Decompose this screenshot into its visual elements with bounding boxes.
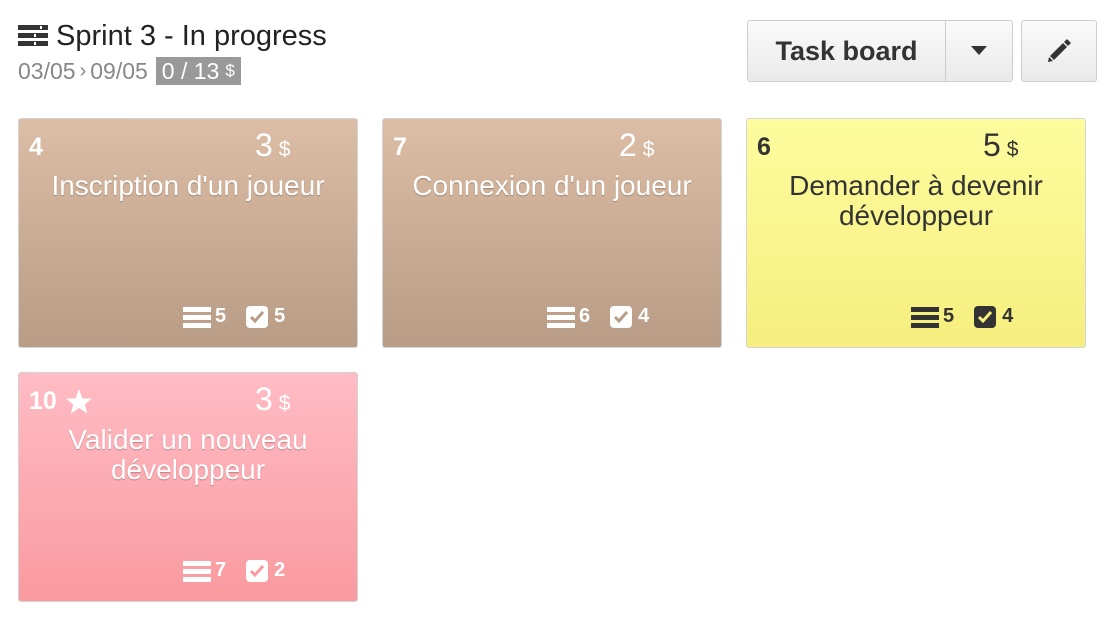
story-title: Connexion d'un joueur — [412, 170, 692, 201]
sprint-icon — [18, 25, 48, 46]
story-footer: 7 2 — [183, 559, 285, 582]
story-title: Inscription d'un joueur — [51, 170, 325, 201]
sprint-start-date: 03/05 — [18, 57, 76, 84]
story-footer: 5 4 — [911, 305, 1013, 328]
sprint-title-row: Sprint 3 - In progress — [18, 18, 327, 54]
story-points: 3 $ — [255, 127, 290, 164]
date-arrow-icon: › — [79, 59, 87, 82]
view-dropdown-button[interactable] — [946, 21, 1012, 81]
checkbox-icon — [974, 305, 997, 328]
checkbox-icon — [246, 305, 269, 328]
story-check-count: 2 — [274, 559, 286, 581]
story-task-count: 5 — [943, 305, 955, 327]
checkbox-icon — [610, 305, 633, 328]
story-points: 2 $ — [619, 127, 654, 164]
task-board-button[interactable]: Task board — [748, 21, 946, 81]
story-footer: 6 4 — [547, 305, 649, 328]
story-task-count: 5 — [215, 305, 227, 327]
pencil-icon — [1048, 39, 1071, 62]
story-points: 5 $ — [983, 127, 1018, 164]
caret-down-icon — [971, 46, 987, 55]
story-points-value: 2 — [619, 127, 637, 163]
story-task-count: 7 — [215, 559, 227, 581]
story-number: 4 — [29, 133, 43, 161]
sprint-title: Sprint 3 - In progress — [56, 19, 327, 52]
story-points-currency: $ — [278, 392, 291, 415]
sprint-points: 0 / 13 — [161, 57, 220, 84]
story-title: Demander à devenir développeur — [789, 170, 1043, 231]
story-points: 3 $ — [255, 381, 290, 418]
tasks-icon — [183, 560, 211, 582]
star-icon[interactable] — [65, 388, 93, 416]
story-points-currency: $ — [278, 138, 291, 161]
story-points-currency: $ — [1006, 138, 1019, 161]
checkbox-icon — [246, 559, 269, 582]
story-check-count: 5 — [274, 305, 286, 327]
sprint-points-currency: $ — [225, 61, 235, 80]
story-points-currency: $ — [642, 138, 655, 161]
story-number: 7 — [393, 133, 407, 161]
story-card[interactable]: 6 5 $ Demander à devenir développeur 5 4 — [746, 118, 1086, 348]
story-card[interactable]: 4 3 $ Inscription d'un joueur 5 5 — [18, 118, 358, 348]
tasks-icon — [183, 306, 211, 328]
story-card[interactable]: 7 2 $ Connexion d'un joueur 6 4 — [382, 118, 722, 348]
story-number-row: 10 — [29, 387, 93, 416]
story-check-count: 4 — [1002, 305, 1014, 327]
view-button-group: Task board — [747, 20, 1013, 82]
story-check-count: 4 — [638, 305, 650, 327]
story-points-value: 3 — [255, 127, 273, 163]
story-number: 6 — [757, 133, 771, 161]
story-points-value: 5 — [983, 127, 1001, 163]
edit-sprint-button[interactable] — [1021, 20, 1097, 82]
story-card[interactable]: 10 3 $ Valider un nouveau développeur 7 2 — [18, 372, 358, 602]
sprint-dates: 03/05 › 09/05 0 / 13 $ — [18, 56, 327, 86]
story-footer: 5 5 — [183, 305, 285, 328]
story-number: 10 — [29, 387, 57, 415]
sprint-end-date: 09/05 — [90, 57, 148, 84]
sprint-header: Sprint 3 - In progress 03/05 › 09/05 0 /… — [18, 18, 327, 86]
story-points-value: 3 — [255, 381, 273, 417]
tasks-icon — [547, 306, 575, 328]
tasks-icon — [911, 306, 939, 328]
sprint-points-badge: 0 / 13 $ — [155, 57, 241, 85]
story-task-count: 6 — [579, 305, 591, 327]
story-title: Valider un nouveau développeur — [68, 424, 308, 485]
